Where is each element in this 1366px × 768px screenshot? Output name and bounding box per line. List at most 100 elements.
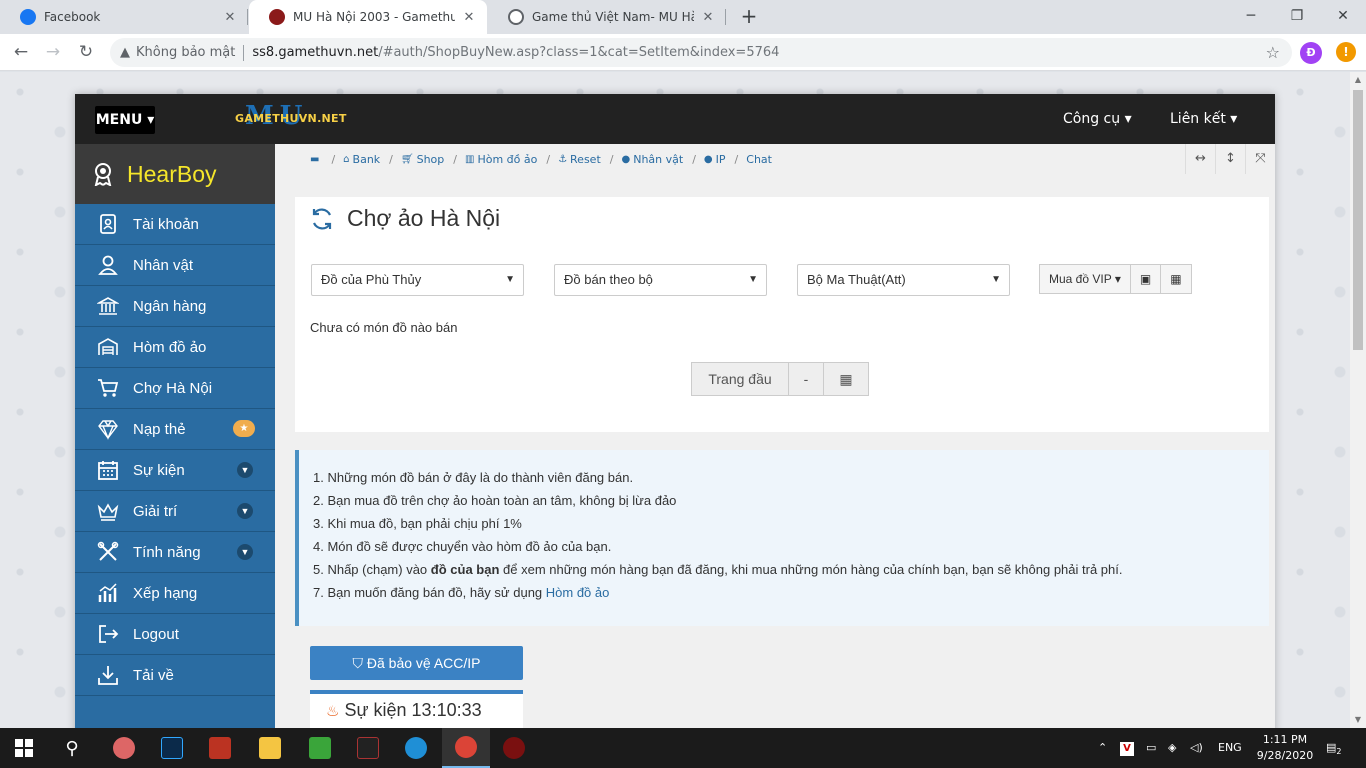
refresh-icon[interactable]: [309, 206, 335, 232]
tab-mu-ha-noi[interactable]: MU Hà Nội 2003 - GamethuVN.n ✕: [249, 0, 487, 34]
expand-vertical-icon[interactable]: ↕: [1215, 144, 1245, 174]
app-tools-icon[interactable]: [196, 728, 244, 768]
system-clock[interactable]: 1:11 PM 9/28/2020: [1250, 732, 1320, 764]
briefcase-icon: ▣: [1139, 272, 1152, 286]
close-window-button[interactable]: ✕: [1320, 0, 1366, 34]
edge-icon[interactable]: [392, 728, 440, 768]
tab-facebook[interactable]: Facebook ✕: [0, 0, 248, 34]
search-icon[interactable]: ⚲: [48, 728, 96, 768]
breadcrumb-character[interactable]: ● Nhân vật: [621, 153, 683, 166]
tab-game-thu[interactable]: Game thủ Việt Nam- MU Hà Nội ✕: [488, 0, 726, 34]
bookmark-star-icon[interactable]: ☆: [1266, 43, 1280, 62]
id-card-icon: [100, 214, 116, 234]
site-logo[interactable]: MU GAMETHUVN.NET: [235, 103, 353, 130]
set-select-value: Bộ Ma Thuật(Att): [807, 272, 906, 287]
protect-account-button[interactable]: ⛉ Đã bảo vệ ACC/IP: [310, 646, 523, 680]
file-explorer-icon[interactable]: [246, 728, 294, 768]
category-select[interactable]: Đồ bán theo bộ ▼: [554, 264, 767, 296]
sidebar-item-ranking[interactable]: Xếp hạng: [75, 573, 275, 614]
scroll-thumb[interactable]: [1353, 90, 1363, 350]
profile-avatar[interactable]: Đ: [1300, 42, 1322, 64]
close-icon[interactable]: ✕: [700, 10, 716, 25]
browser-tab-bar: Facebook ✕ MU Hà Nội 2003 - GamethuVN.n …: [0, 0, 1366, 34]
star-badge: ★: [233, 420, 255, 437]
breadcrumb-chat[interactable]: Chat: [746, 153, 772, 166]
first-page-button[interactable]: Trang đầu: [691, 362, 789, 396]
notification-icon[interactable]: ▤2: [1326, 728, 1346, 768]
my-items-link[interactable]: đồ của bạn: [431, 562, 500, 577]
app-paint-icon[interactable]: [100, 728, 148, 768]
warehouse-link[interactable]: Hòm đồ ảo: [546, 585, 610, 600]
class-select[interactable]: Đồ của Phù Thủy ▼: [311, 264, 524, 296]
set-select[interactable]: Bộ Ma Thuật(Att) ▼: [797, 264, 1010, 296]
sidebar-item-bank[interactable]: Ngân hàng: [75, 286, 275, 327]
chevron-down-icon: ▼: [505, 274, 515, 285]
back-button[interactable]: ←: [8, 40, 34, 66]
user-box: HearBoy: [75, 144, 275, 204]
address-bar[interactable]: ▲ Không bảo mật ss8.gamethuvn.net /#auth…: [110, 38, 1292, 67]
chevron-down-icon[interactable]: ▼: [237, 503, 253, 519]
sidebar-item-entertainment[interactable]: Giải trí ▼: [75, 491, 275, 532]
note-item: 5. Nhấp (chạm) vào đồ của bạn để xem nhữ…: [313, 562, 1269, 585]
new-tab-button[interactable]: +: [737, 5, 761, 29]
user-lock-icon: ●: [703, 153, 713, 165]
photoshop-icon[interactable]: [148, 728, 196, 768]
scroll-up-arrow[interactable]: ▲: [1350, 72, 1366, 88]
fullscreen-icon[interactable]: ⤧: [1245, 144, 1275, 174]
network-icon[interactable]: ▭: [1146, 728, 1156, 768]
cart-icon: 🛒︎: [400, 153, 414, 165]
breadcrumb-bank[interactable]: ⌂ Bank: [343, 153, 380, 166]
sidebar-item-events[interactable]: Sự kiện ▼: [75, 450, 275, 491]
update-alert-icon[interactable]: !: [1336, 42, 1356, 62]
chevron-down-icon[interactable]: ▼: [237, 544, 253, 560]
breadcrumb-home[interactable]: ▬: [310, 154, 322, 165]
menu-button[interactable]: MENU ▾: [95, 106, 155, 134]
page-scrollbar[interactable]: ▲ ▼: [1350, 72, 1366, 728]
windows-start-icon[interactable]: [0, 728, 48, 768]
chrome-icon[interactable]: [442, 728, 490, 768]
table-icon[interactable]: ▦: [823, 362, 869, 396]
table-view-button[interactable]: ▦: [1160, 264, 1192, 294]
close-icon[interactable]: ✕: [222, 10, 238, 25]
tools-dropdown[interactable]: Công cụ ▾: [1063, 94, 1132, 144]
site-container: MENU ▾ MU GAMETHUVN.NET Công cụ ▾ Liên k…: [75, 94, 1275, 728]
sidebar-item-label: Sự kiện: [133, 461, 185, 479]
scroll-down-arrow[interactable]: ▼: [1350, 712, 1366, 728]
chevron-down-icon: ▼: [991, 274, 1001, 285]
volume-icon[interactable]: ◁): [1190, 728, 1203, 768]
reload-button[interactable]: ↻: [73, 40, 99, 66]
sidebar-item-label: Chợ Hà Nội: [133, 379, 213, 397]
location-icon[interactable]: ◈: [1168, 728, 1176, 768]
restore-button[interactable]: ❐: [1274, 0, 1320, 34]
buy-vip-button[interactable]: Mua đồ VIP ▾: [1039, 264, 1131, 294]
breadcrumb-shop[interactable]: 🛒︎ Shop: [401, 153, 444, 166]
sidebar-item-warehouse[interactable]: Hòm đồ ảo: [75, 327, 275, 368]
breadcrumb-warehouse[interactable]: ▥ Hòm đồ ảo: [465, 153, 537, 166]
sidebar-item-logout[interactable]: Logout: [75, 614, 275, 655]
mu-game-icon[interactable]: [344, 728, 392, 768]
minimize-button[interactable]: ─: [1228, 0, 1274, 34]
language-indicator[interactable]: ENG: [1218, 728, 1242, 768]
links-dropdown[interactable]: Liên kết ▾: [1170, 94, 1237, 144]
class-select-value: Đồ của Phù Thủy: [321, 272, 422, 287]
sidebar-item-download[interactable]: Tải về: [75, 655, 275, 696]
my-items-button[interactable]: ▣: [1129, 264, 1162, 294]
note-item: 1. Những món đồ bán ở đây là do thành vi…: [313, 470, 634, 485]
mu-launcher-icon[interactable]: [490, 728, 538, 768]
sidebar-item-character[interactable]: Nhân vật: [75, 245, 275, 286]
sidebar-item-account[interactable]: Tài khoản: [75, 204, 275, 245]
pagination: Trang đầu - ▦: [691, 362, 869, 396]
sidebar-item-features[interactable]: Tính năng ▼: [75, 532, 275, 573]
close-icon[interactable]: ✕: [461, 10, 477, 25]
antivirus-icon[interactable]: V: [1120, 728, 1138, 768]
expand-horizontal-icon[interactable]: ↔: [1185, 144, 1215, 174]
breadcrumb-reset[interactable]: ⚓︎ Reset: [558, 153, 601, 166]
chevron-down-icon[interactable]: ▼: [237, 462, 253, 478]
forward-button[interactable]: →: [40, 40, 66, 66]
sidebar-item-market[interactable]: Chợ Hà Nội: [75, 368, 275, 409]
chevron-up-icon[interactable]: ⌃: [1098, 728, 1107, 768]
breadcrumb-ip[interactable]: ● IP: [704, 153, 726, 166]
sidebar-item-topup[interactable]: Nạp thẻ ★: [75, 409, 275, 450]
home-icon: ▬: [310, 153, 320, 165]
camtasia-icon[interactable]: [296, 728, 344, 768]
